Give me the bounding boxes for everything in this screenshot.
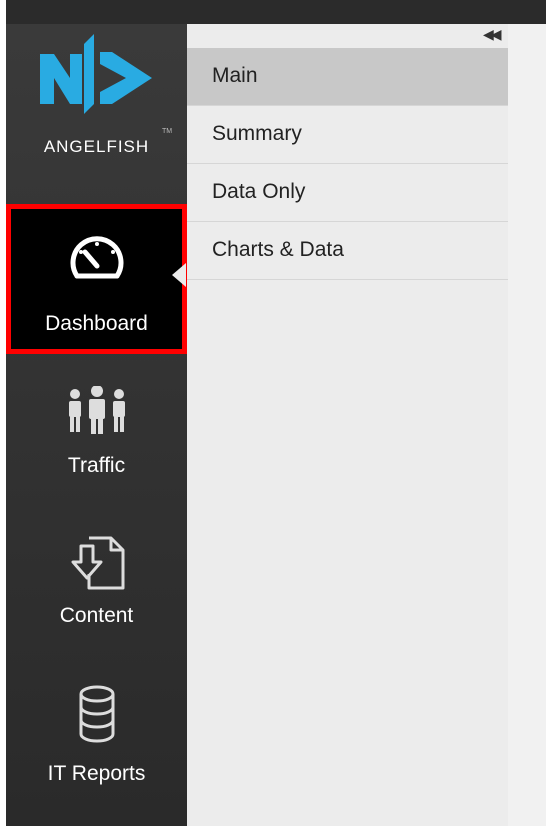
speedometer-icon: [6, 232, 187, 288]
submenu-item-main[interactable]: Main: [187, 48, 508, 106]
nav-item-traffic[interactable]: Traffic: [6, 354, 187, 504]
submenu-panel: ◀◀ Main Summary Data Only Charts & Data: [187, 24, 508, 826]
submenu-item-charts-data[interactable]: Charts & Data: [187, 222, 508, 280]
active-indicator-arrow: [172, 263, 186, 287]
angelfish-logo-icon: [40, 34, 152, 114]
download-document-icon: [6, 534, 187, 590]
people-icon: [6, 386, 187, 434]
nav-label-dashboard: Dashboard: [45, 312, 148, 335]
nav-label-content: Content: [59, 604, 134, 627]
content-area: [508, 24, 546, 826]
trademark-mark: TM: [162, 128, 173, 135]
submenu-item-data-only[interactable]: Data Only: [187, 164, 508, 222]
nav-item-it-reports[interactable]: IT Reports: [6, 654, 187, 804]
angelfish-logo[interactable]: TM ANGELFISH: [6, 24, 187, 204]
database-icon: [6, 684, 187, 744]
sidebar: TM ANGELFISH Dashboard Traffic Content I…: [6, 24, 187, 826]
nav-item-dashboard[interactable]: Dashboard: [6, 204, 187, 354]
collapse-icon[interactable]: ◀◀: [483, 26, 501, 43]
top-bar: [6, 0, 546, 24]
nav-label-traffic: Traffic: [67, 454, 126, 477]
brand-name: ANGELFISH: [43, 137, 150, 156]
submenu-item-summary[interactable]: Summary: [187, 106, 508, 164]
nav-label-it-reports: IT Reports: [47, 762, 146, 785]
nav-item-content[interactable]: Content: [6, 504, 187, 654]
